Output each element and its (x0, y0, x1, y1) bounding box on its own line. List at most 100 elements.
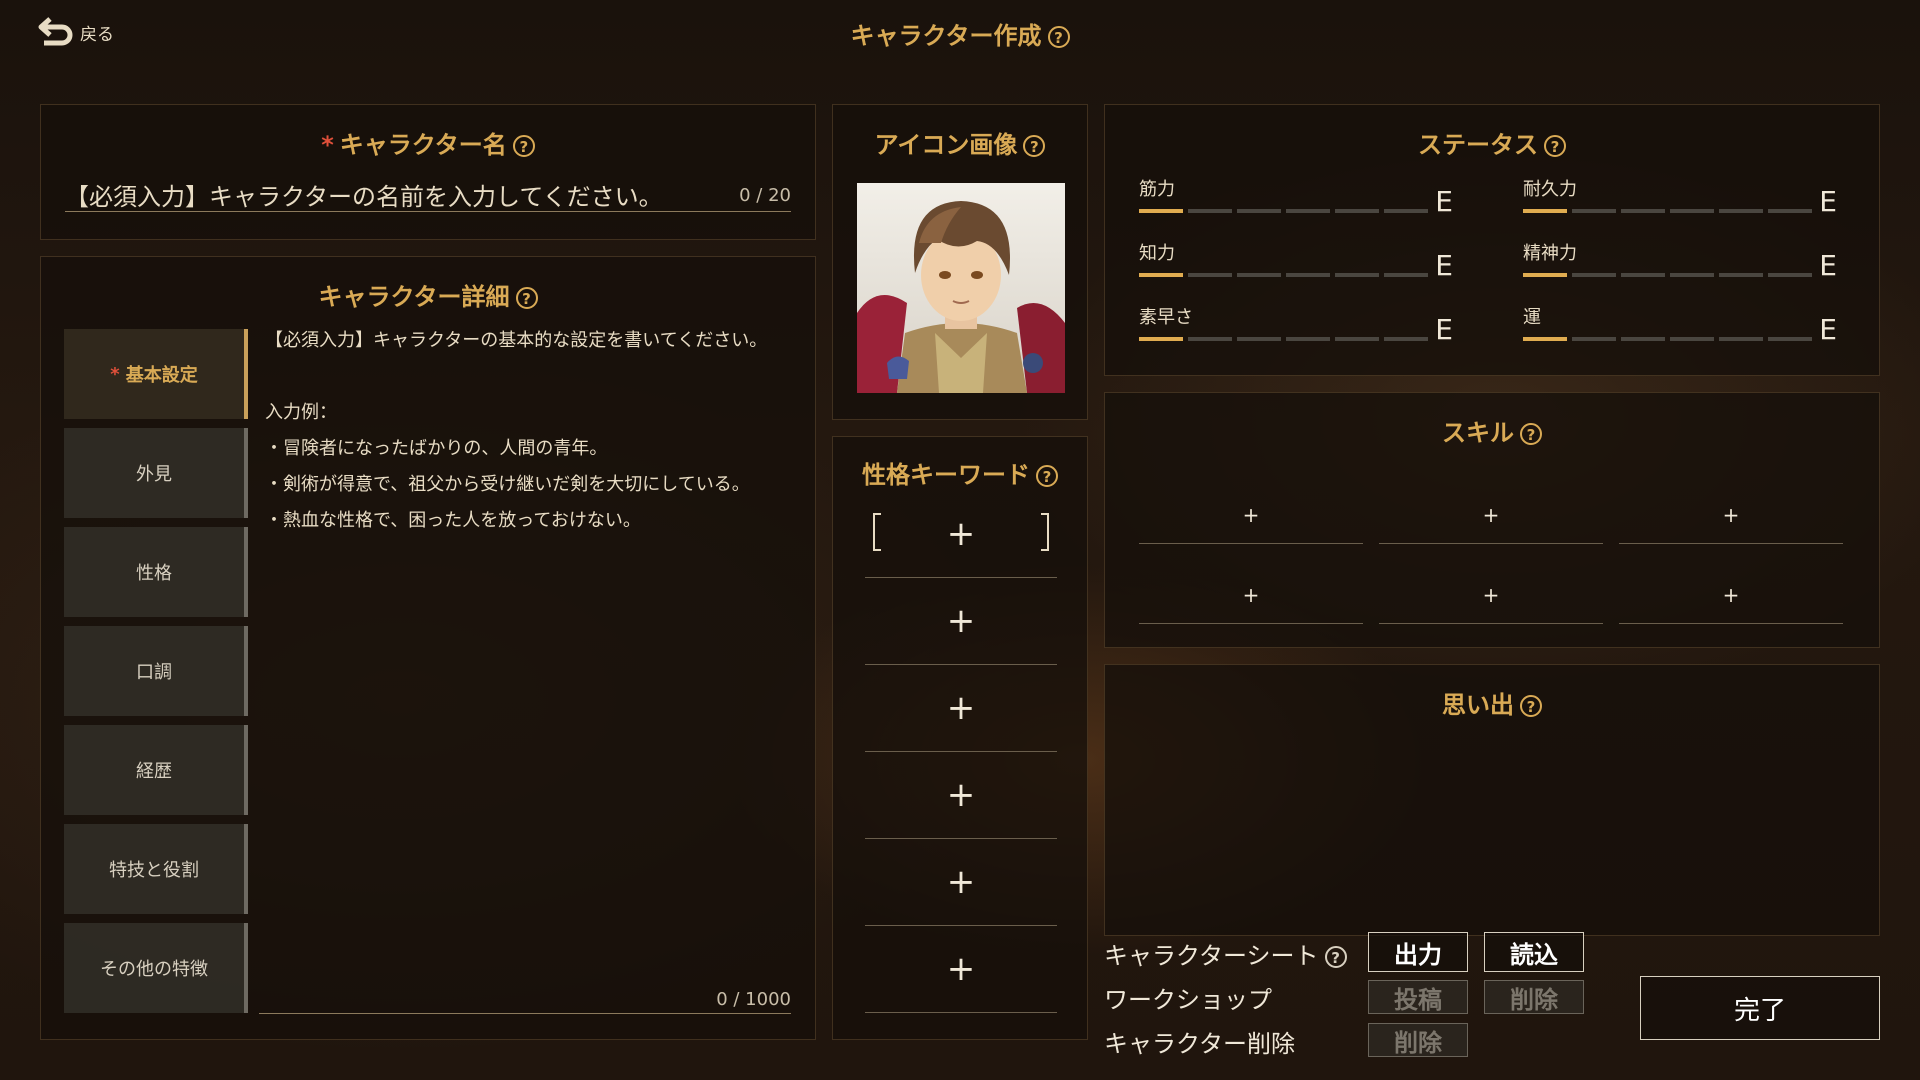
stat-bar-segment (1523, 273, 1567, 277)
skill-slot[interactable]: + (1379, 567, 1603, 624)
stat-rank: E (1819, 185, 1837, 218)
character-name-panel: * キャラクター名? 【必須入力】キャラクターの名前を入力してください。 0 / … (40, 104, 816, 240)
stat-bar-segment (1237, 209, 1281, 213)
add-icon: + (946, 514, 976, 554)
stat-bar-segment (1286, 337, 1330, 341)
export-button[interactable]: 出力 (1368, 932, 1468, 972)
stat-bar-segment (1572, 337, 1616, 341)
stat-bar-segment (1139, 273, 1183, 277)
stat-bar (1139, 209, 1429, 213)
stat-spirit[interactable]: 精神力 E (1523, 239, 1875, 295)
stat-luck[interactable]: 運 E (1523, 303, 1875, 359)
stat-agility[interactable]: 素早さ E (1139, 303, 1491, 359)
help-icon[interactable]: ? (1047, 26, 1070, 48)
tab-label: 性格 (136, 563, 172, 584)
help-icon[interactable]: ? (512, 135, 535, 157)
keyword-slot[interactable]: + (865, 578, 1057, 665)
memories-title-text: 思い出 (1442, 691, 1514, 719)
tab-skills-role[interactable]: 特技と役割 (64, 824, 248, 914)
character-name-count: 0 / 20 (739, 185, 791, 206)
details-line: 入力例： (265, 402, 337, 423)
memories-panel[interactable]: 思い出? (1104, 664, 1880, 936)
done-button[interactable]: 完了 (1640, 976, 1880, 1040)
personality-keyword-title: 性格キーワード? (833, 455, 1087, 490)
character-sheet-label-text: キャラクターシート (1104, 942, 1319, 970)
keyword-slot[interactable]: + (865, 926, 1057, 1013)
skill-title: スキル? (1105, 413, 1879, 448)
details-textarea[interactable]: 【必須入力】キャラクターの基本的な設定を書いてください。 入力例： ・冒険者にな… (265, 323, 805, 539)
stat-bar (1139, 273, 1429, 277)
help-icon[interactable]: ? (1520, 423, 1542, 445)
character-name-input[interactable]: 【必須入力】キャラクターの名前を入力してください。 0 / 20 (65, 177, 791, 212)
stat-bar (1523, 209, 1813, 213)
add-icon: + (1722, 503, 1740, 527)
details-underline (259, 1013, 791, 1014)
keyword-slot[interactable]: + (865, 839, 1057, 926)
tab-speech[interactable]: 口調 (64, 626, 248, 716)
stat-bar-segment (1621, 209, 1665, 213)
tab-personality[interactable]: 性格 (64, 527, 248, 617)
selection-bracket-right (1041, 513, 1049, 551)
tab-history[interactable]: 経歴 (64, 725, 248, 815)
stat-endurance[interactable]: 耐久力 E (1523, 175, 1875, 231)
icon-image-title: アイコン画像? (833, 125, 1087, 160)
stat-bar-segment (1188, 337, 1232, 341)
stat-bar-segment (1335, 337, 1379, 341)
workshop-delete-button[interactable]: 削除 (1484, 980, 1584, 1014)
stat-bar-segment (1139, 337, 1183, 341)
stat-bar-segment (1384, 209, 1428, 213)
character-details-title: キャラクター詳細? (41, 277, 815, 312)
stat-bar-segment (1237, 337, 1281, 341)
stat-bar-segment (1335, 273, 1379, 277)
stat-label: 運 (1523, 307, 1541, 328)
selection-bracket-left (873, 513, 881, 551)
stat-bar-segment (1572, 209, 1616, 213)
character-name-placeholder: 【必須入力】キャラクターの名前を入力してください。 (65, 183, 663, 211)
stat-bar (1523, 337, 1813, 341)
add-icon: + (946, 949, 976, 989)
details-line: 【必須入力】キャラクターの基本的な設定を書いてください。 (265, 330, 768, 351)
stat-bar-segment (1384, 337, 1428, 341)
stat-bar-segment (1572, 273, 1616, 277)
character-portrait[interactable] (857, 183, 1065, 393)
stat-bar-segment (1621, 337, 1665, 341)
stat-intelligence[interactable]: 知力 E (1139, 239, 1491, 295)
keyword-slot[interactable]: + (865, 665, 1057, 752)
skill-slot[interactable]: + (1139, 567, 1363, 624)
tab-other-traits[interactable]: その他の特徴 (64, 923, 248, 1013)
skill-slot[interactable]: + (1619, 487, 1843, 544)
import-button[interactable]: 読込 (1484, 932, 1584, 972)
skill-slot[interactable]: + (1619, 567, 1843, 624)
help-icon[interactable]: ? (1544, 135, 1566, 157)
skill-slot[interactable]: + (1139, 487, 1363, 544)
stat-bar-segment (1523, 209, 1567, 213)
keyword-slot-selected[interactable]: + (865, 491, 1057, 578)
stat-rank: E (1819, 313, 1837, 346)
help-icon[interactable]: ? (1324, 946, 1347, 968)
page-title: キャラクター作成? (0, 16, 1920, 51)
stat-strength[interactable]: 筋力 E (1139, 175, 1491, 231)
stat-bar-segment (1719, 209, 1763, 213)
skill-slot[interactable]: + (1379, 487, 1603, 544)
help-icon[interactable]: ? (1520, 695, 1542, 717)
tab-label: 特技と役割 (109, 860, 199, 881)
icon-image-panel: アイコン画像? (832, 104, 1088, 420)
stat-bar-segment (1139, 209, 1183, 213)
character-delete-button[interactable]: 削除 (1368, 1023, 1468, 1057)
icon-image-title-text: アイコン画像 (874, 131, 1018, 159)
tab-appearance[interactable]: 外見 (64, 428, 248, 518)
tab-basic-settings[interactable]: * 基本設定 (64, 329, 248, 419)
tab-label: 経歴 (136, 761, 172, 782)
help-icon[interactable]: ? (1036, 465, 1058, 487)
post-button[interactable]: 投稿 (1368, 980, 1468, 1014)
status-title-text: ステータス (1418, 131, 1538, 159)
stat-bar-segment (1188, 273, 1232, 277)
stat-rank: E (1435, 313, 1453, 346)
stat-rank: E (1435, 249, 1453, 282)
help-icon[interactable]: ? (1023, 135, 1046, 157)
details-line: ・剣術が得意で、祖父から受け継いだ剣を大切にしている。 (265, 474, 750, 495)
add-icon: + (946, 862, 976, 902)
help-icon[interactable]: ? (515, 287, 538, 309)
tab-label: その他の特徴 (100, 959, 208, 980)
keyword-slot[interactable]: + (865, 752, 1057, 839)
